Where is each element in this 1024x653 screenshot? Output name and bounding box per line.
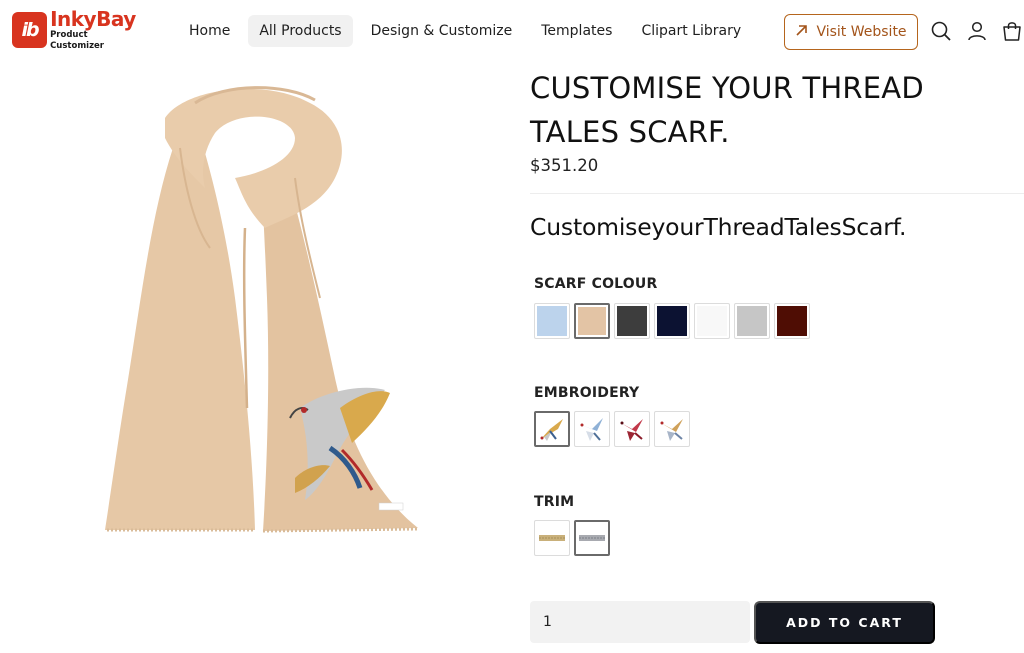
nav-item-home[interactable]: Home — [178, 15, 241, 47]
swatch-fill — [777, 306, 807, 336]
logo-mark: ib — [12, 12, 48, 48]
quantity-input[interactable] — [530, 601, 750, 643]
crane-icon — [580, 418, 603, 441]
visit-website-label: Visit Website — [816, 24, 907, 40]
product-price: $351.20 — [530, 156, 599, 175]
swatch-fill — [617, 306, 647, 336]
swatch-fill — [657, 306, 687, 336]
embroidery-blue-crane[interactable] — [574, 411, 610, 447]
nav-item-clipart-library[interactable]: Clipart Library — [630, 15, 752, 47]
swatch-charcoal[interactable] — [614, 303, 650, 339]
product-title: CUSTOMISE YOUR THREAD TALES SCARF. — [530, 71, 924, 149]
logo-text: InkyBay Product Customizer — [50, 9, 142, 52]
arrow-up-right-icon — [795, 24, 808, 41]
swatch-beige[interactable] — [574, 303, 610, 339]
brand-tagline: Product Customizer — [50, 29, 104, 51]
trim-label: TRIM — [534, 494, 575, 510]
nav-item-all-products[interactable]: All Products — [248, 15, 353, 47]
site-header: ib InkyBay Product Customizer Home All P… — [0, 0, 1024, 64]
visit-website-button[interactable]: Visit Website — [784, 14, 918, 50]
trim-strip-icon — [539, 535, 565, 541]
swatch-navy[interactable] — [654, 303, 690, 339]
swatch-fill — [578, 307, 606, 335]
trim-strip-icon — [579, 535, 605, 541]
embroidery-label: EMBROIDERY — [534, 385, 640, 401]
trim-gold[interactable] — [534, 520, 570, 556]
swatch-fill — [697, 306, 727, 336]
swatch-fill — [737, 306, 767, 336]
crane-icon — [540, 419, 563, 441]
main-nav: Home All Products Design & Customize Tem… — [178, 13, 759, 49]
product-description: CustomiseyourThreadTalesScarf. — [530, 213, 907, 241]
cart-icon[interactable] — [1001, 20, 1023, 42]
crane-icon — [620, 419, 643, 441]
account-icon[interactable] — [966, 20, 988, 42]
swatch-maroon[interactable] — [774, 303, 810, 339]
swatch-fill — [537, 306, 567, 336]
swatch-white[interactable] — [694, 303, 730, 339]
embroidery-options — [534, 411, 694, 447]
embroidery-gold-crane[interactable] — [534, 411, 570, 447]
brand-name: InkyBay — [50, 6, 136, 31]
brand-logo[interactable]: ib InkyBay Product Customizer — [12, 9, 142, 52]
divider — [530, 193, 1024, 194]
scarf-illustration — [105, 86, 418, 533]
logo-mark-text: ib — [21, 19, 39, 41]
nav-item-templates[interactable]: Templates — [530, 15, 623, 47]
scarf-colour-swatches — [534, 303, 814, 339]
scarf-colour-label: SCARF COLOUR — [534, 276, 658, 292]
embroidery-gold-silver-crane[interactable] — [654, 411, 690, 447]
product-image[interactable] — [95, 78, 435, 548]
nav-item-design-customize[interactable]: Design & Customize — [360, 15, 524, 47]
swatch-light-blue[interactable] — [534, 303, 570, 339]
add-to-cart-button[interactable]: ADD TO CART — [754, 601, 935, 644]
trim-silver[interactable] — [574, 520, 610, 556]
search-icon[interactable] — [930, 20, 952, 42]
embroidery-red-crane[interactable] — [614, 411, 650, 447]
trim-options — [534, 520, 614, 556]
crane-icon — [660, 419, 683, 441]
swatch-grey[interactable] — [734, 303, 770, 339]
